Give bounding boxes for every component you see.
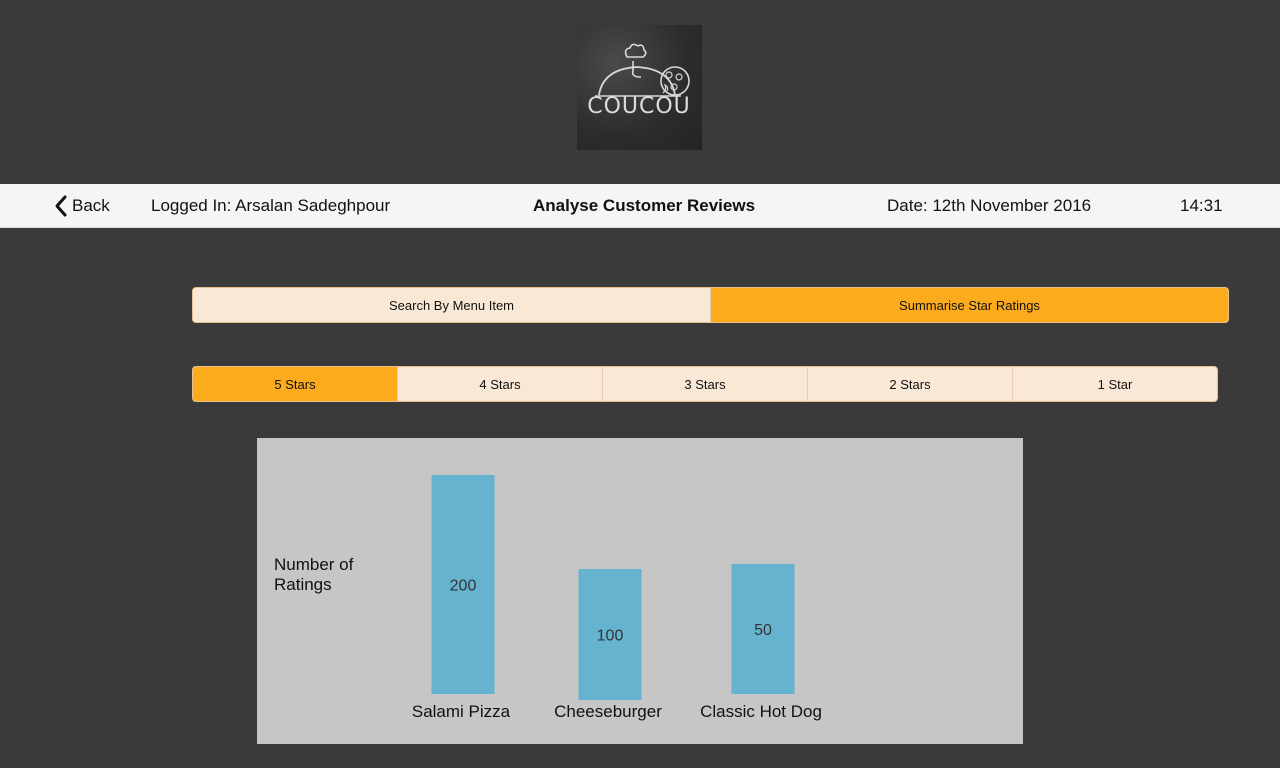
chef-cloche-icon: COUCOU <box>587 43 691 119</box>
category-label: Salami Pizza <box>412 702 511 721</box>
current-date: Date: 12th November 2016 <box>887 196 1092 215</box>
bar-value-label: 100 <box>597 628 624 645</box>
logo-text: COUCOU <box>587 94 691 119</box>
back-button[interactable]: Back <box>52 192 110 220</box>
chart-plot: 200 Salami Pizza 100 Cheeseburger 50 Classic … <box>412 475 822 721</box>
tab-3-stars[interactable]: 3 Stars <box>602 367 807 401</box>
current-time: 14:31 <box>1180 196 1223 215</box>
category-label: Classic Hot Dog <box>700 702 822 721</box>
tab-4-stars[interactable]: 4 Stars <box>397 367 602 401</box>
back-label: Back <box>72 196 110 215</box>
bar-value-label: 200 <box>450 578 477 595</box>
tab-1-star[interactable]: 1 Star <box>1012 367 1217 401</box>
coucou-logo: COUCOU <box>577 25 702 150</box>
header-bar: Back Logged In: Arsalan Sadeghpour Analy… <box>0 184 1280 228</box>
tab-5-stars[interactable]: 5 Stars <box>193 367 397 401</box>
star-rating-tabs: 5 Stars 4 Stars 3 Stars 2 Stars 1 Star <box>192 366 1218 402</box>
tab-search-by-menu-item[interactable]: Search By Menu Item <box>193 288 710 322</box>
category-label: Cheeseburger <box>554 702 662 721</box>
ratings-bar-chart: Number of Ratings 200 Salami Pizza 100 Chee… <box>257 438 1023 744</box>
page: COUCOU Back Logged In: Arsalan Sadeghpou… <box>0 0 1280 768</box>
tab-summarise-star-ratings[interactable]: Summarise Star Ratings <box>710 288 1228 322</box>
tab-2-stars[interactable]: 2 Stars <box>807 367 1012 401</box>
view-mode-tabs: Search By Menu Item Summarise Star Ratin… <box>192 287 1229 323</box>
bar-value-label: 50 <box>754 622 772 639</box>
chevron-left-icon <box>55 195 67 217</box>
page-title: Analyse Customer Reviews <box>533 196 756 215</box>
logged-in-user: Logged In: Arsalan Sadeghpour <box>151 196 391 215</box>
